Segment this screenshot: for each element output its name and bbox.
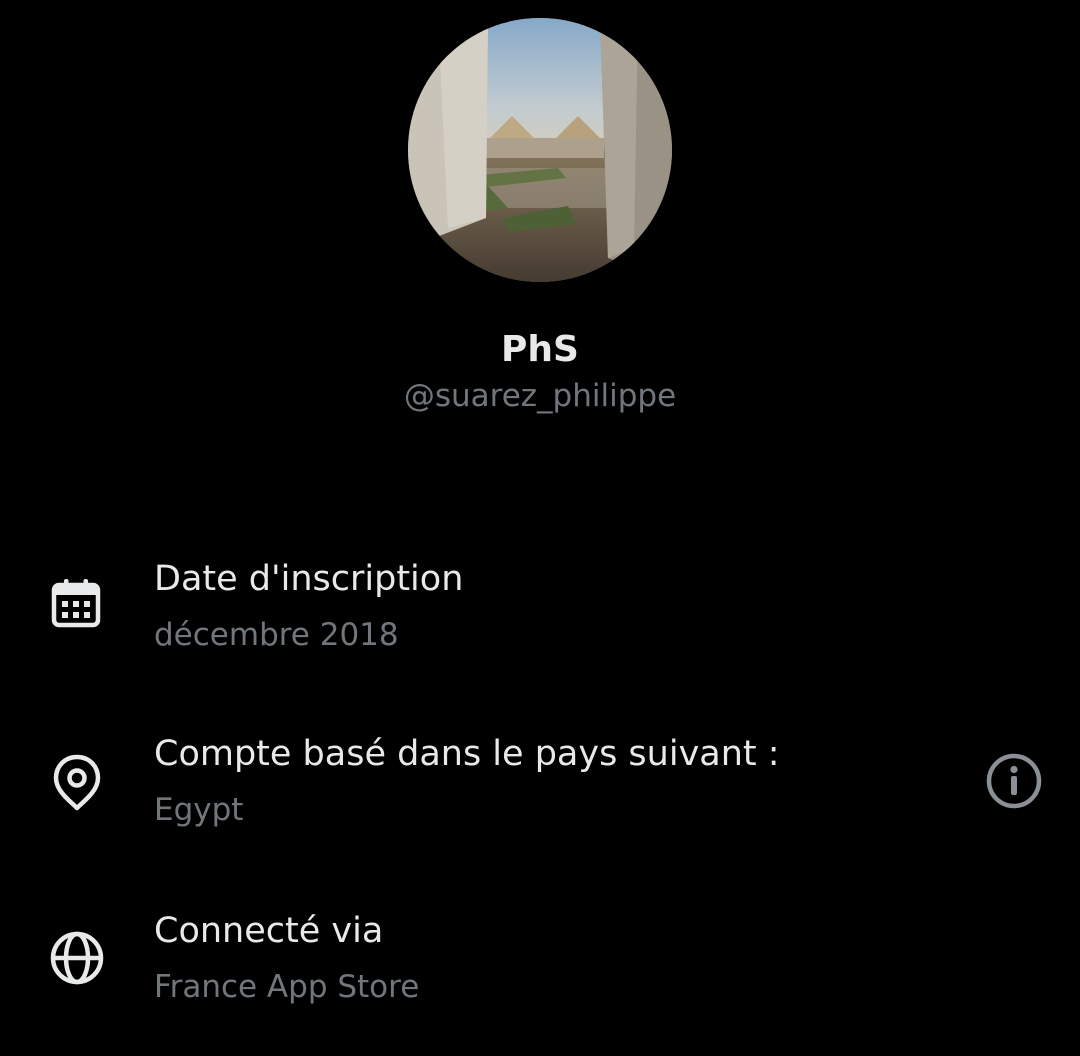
connected-via-label: Connecté via	[154, 911, 384, 951]
info-icon[interactable]	[984, 751, 1044, 811]
profile-handle: @suarez_philippe	[403, 378, 677, 414]
account-country-label: Compte basé dans le pays suivant :	[154, 734, 780, 774]
calendar-icon	[48, 576, 106, 634]
avatar-image	[408, 18, 672, 282]
location-pin-icon	[48, 753, 106, 811]
about-row-join-date: Date d'inscription décembre 2018	[0, 540, 1080, 680]
about-row-account-country: Compte basé dans le pays suivant : Egypt	[0, 715, 1080, 855]
profile-avatar[interactable]	[408, 18, 672, 282]
join-date-label: Date d'inscription	[154, 559, 464, 599]
connected-via-value: France App Store	[154, 969, 420, 1005]
join-date-value: décembre 2018	[154, 617, 399, 653]
globe-icon	[48, 929, 106, 987]
account-country-value: Egypt	[154, 792, 244, 828]
about-row-connected-via: Connecté via France App Store	[0, 892, 1080, 1032]
profile-display-name: PhS	[501, 329, 579, 370]
